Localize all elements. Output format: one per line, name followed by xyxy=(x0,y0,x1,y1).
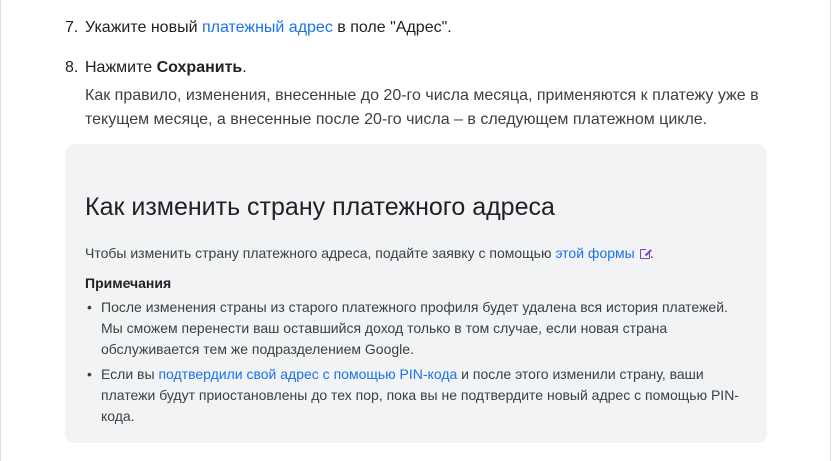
step-text-before: Нажмите xyxy=(85,59,157,76)
verify-pin-link[interactable]: подтвердили свой адрес с помощью PIN-код… xyxy=(158,366,457,382)
step-text-before: Укажите новый xyxy=(85,19,202,36)
step-paragraph: Как правило, изменения, внесенные до 20-… xyxy=(85,87,759,128)
note-text-before: Если вы xyxy=(101,366,159,382)
bullet: • xyxy=(87,366,92,382)
step-text: Укажите новый платежный адрес в поле "Ад… xyxy=(85,16,765,40)
change-country-callout: Как изменить страну платежного адреса Чт… xyxy=(65,144,767,443)
bullet: • xyxy=(87,299,92,315)
step-body: Нажмите Сохранить. Как правило, изменени… xyxy=(85,56,770,132)
intro-text-before: Чтобы изменить страну платежного адреса,… xyxy=(85,245,556,261)
step-8: 8. Нажмите Сохранить. Как правило, измен… xyxy=(65,56,765,132)
step-text-after: в поле "Адрес". xyxy=(332,19,452,36)
list-item: • После изменения страны из старого плат… xyxy=(85,297,747,360)
notes-title: Примечания xyxy=(85,275,172,291)
open-in-new-icon xyxy=(639,247,652,259)
step-text: Нажмите Сохранить. xyxy=(85,56,770,80)
this-form-link[interactable]: этой формы xyxy=(555,245,652,261)
this-form-link-label: этой формы xyxy=(555,245,635,261)
step-number: 7. xyxy=(65,19,79,36)
callout-title: Как изменить страну платежного адреса xyxy=(85,193,555,221)
step-7: 7. Укажите новый платежный адрес в поле … xyxy=(65,16,765,40)
notes-list: • После изменения страны из старого плат… xyxy=(85,297,747,427)
note-text: После изменения страны из старого платеж… xyxy=(101,299,728,357)
billing-address-link[interactable]: платежный адрес xyxy=(202,19,333,36)
save-label: Сохранить xyxy=(156,59,243,76)
callout-intro: Чтобы изменить страну платежного адреса,… xyxy=(85,243,747,263)
list-item: • Если вы подтвердили свой адрес с помощ… xyxy=(85,364,747,427)
step-number: 8. xyxy=(65,59,79,76)
step-text-after: . xyxy=(242,59,247,76)
